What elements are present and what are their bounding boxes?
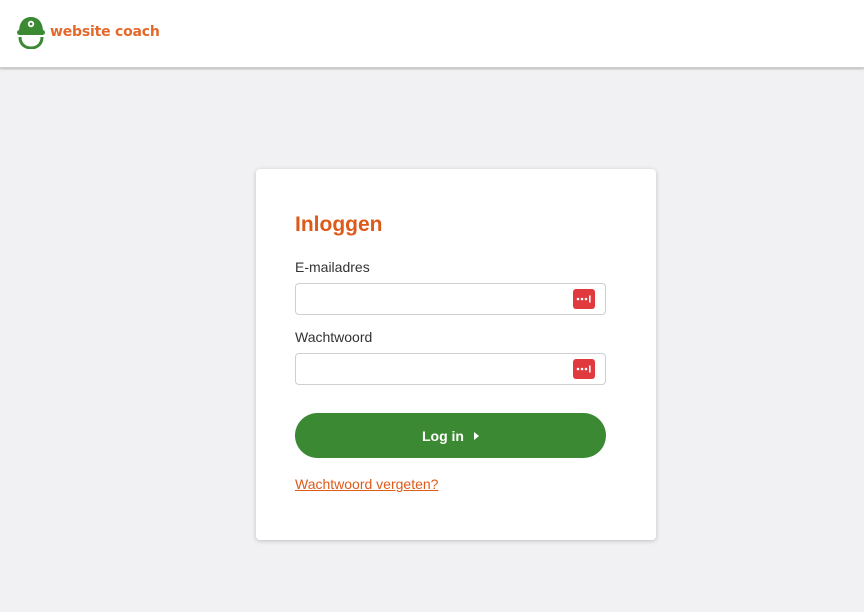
email-label: E-mailadres	[295, 259, 370, 275]
forgot-password-link[interactable]: Wachtwoord vergeten?	[295, 476, 438, 492]
email-input[interactable]	[296, 284, 566, 314]
site-header: website coach	[0, 0, 864, 68]
login-title: Inloggen	[295, 213, 383, 236]
chevron-right-icon	[474, 432, 479, 440]
logo-text: website coach	[50, 24, 160, 40]
coach-cap-icon	[16, 15, 46, 49]
login-card: Inloggen E-mailadres Wachtwoord Log in W…	[256, 169, 656, 540]
password-label: Wachtwoord	[295, 329, 373, 345]
password-manager-icon[interactable]	[573, 289, 595, 309]
password-field-box	[295, 353, 606, 385]
site-logo[interactable]: website coach	[16, 14, 160, 50]
password-input[interactable]	[296, 354, 566, 384]
login-button-label: Log in	[422, 427, 464, 444]
email-field-box	[295, 283, 606, 315]
password-manager-icon[interactable]	[573, 359, 595, 379]
login-button[interactable]: Log in	[295, 413, 606, 458]
